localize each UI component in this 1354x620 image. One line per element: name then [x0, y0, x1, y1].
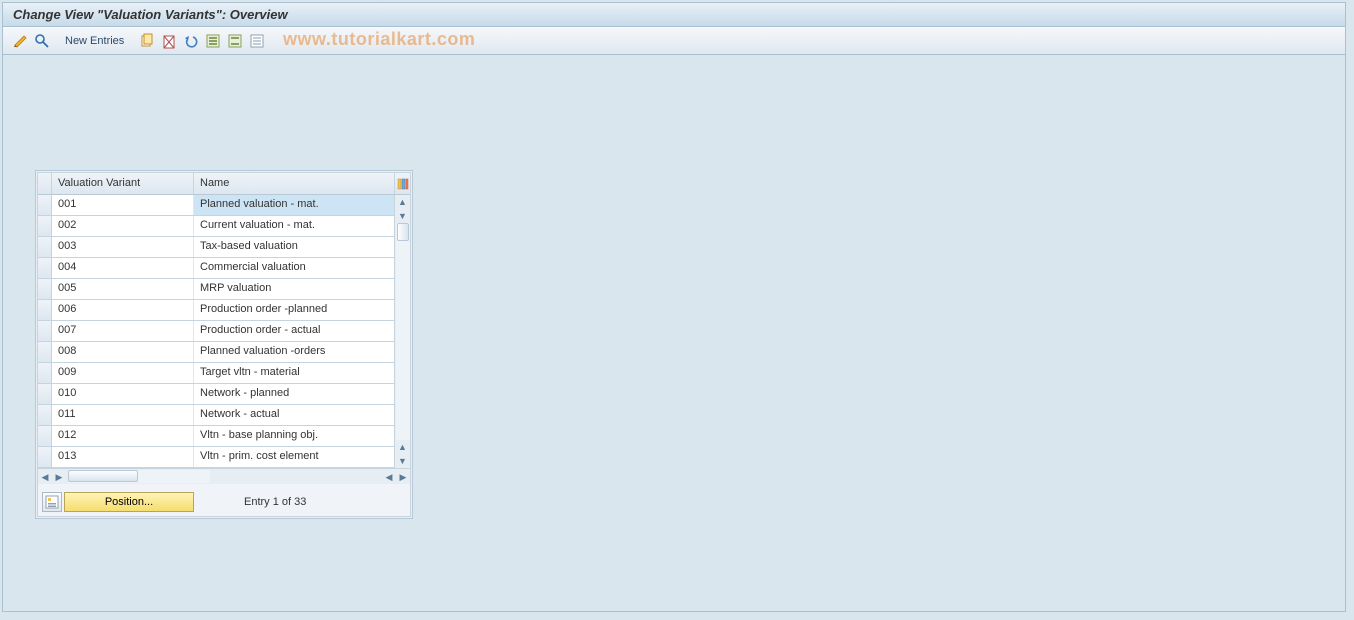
- row-selector[interactable]: [38, 279, 52, 299]
- cell-name[interactable]: Planned valuation -orders: [194, 342, 394, 362]
- table-row[interactable]: 009Target vltn - material: [38, 363, 394, 384]
- cell-variant[interactable]: 003: [52, 237, 194, 257]
- select-all-icon[interactable]: [204, 32, 222, 50]
- toggle-display-icon[interactable]: [11, 32, 29, 50]
- row-selector[interactable]: [38, 342, 52, 362]
- configure-columns-icon[interactable]: [394, 173, 410, 194]
- col-header-variant[interactable]: Valuation Variant: [52, 173, 194, 194]
- scroll-up-icon[interactable]: ▲: [396, 195, 410, 209]
- grid-panel: Valuation Variant Name 001Planned valuat…: [35, 170, 413, 519]
- horizontal-scrollbar[interactable]: ◀ ▶ ◀ ▶: [38, 468, 410, 484]
- table-row[interactable]: 008Planned valuation -orders: [38, 342, 394, 363]
- row-selector[interactable]: [38, 363, 52, 383]
- vertical-scrollbar[interactable]: ▲ ▼ ▲ ▼: [394, 195, 410, 468]
- hscroll-right-icon[interactable]: ▶: [396, 470, 410, 484]
- table-row[interactable]: 010Network - planned: [38, 384, 394, 405]
- page-title: Change View "Valuation Variants": Overvi…: [13, 7, 288, 22]
- grid-inner: Valuation Variant Name 001Planned valuat…: [37, 172, 411, 517]
- cell-variant[interactable]: 005: [52, 279, 194, 299]
- cell-name[interactable]: Vltn - prim. cost element: [194, 447, 394, 467]
- row-selector[interactable]: [38, 216, 52, 236]
- watermark: www.tutorialkart.com: [283, 29, 475, 50]
- cell-variant[interactable]: 007: [52, 321, 194, 341]
- position-button-group: Position...: [42, 492, 194, 512]
- hscroll-thumb[interactable]: [68, 470, 138, 482]
- col-header-name[interactable]: Name: [194, 173, 394, 194]
- grid-rows: 001Planned valuation - mat.002Current va…: [38, 195, 394, 468]
- table-row[interactable]: 005MRP valuation: [38, 279, 394, 300]
- hscroll-left2-icon[interactable]: ◀: [382, 470, 396, 484]
- vscroll-thumb[interactable]: [397, 223, 409, 241]
- new-entries-button[interactable]: New Entries: [59, 33, 130, 49]
- undo-change-icon[interactable]: [182, 32, 200, 50]
- cell-variant[interactable]: 010: [52, 384, 194, 404]
- hscroll-left-icon[interactable]: ◀: [38, 470, 52, 484]
- table-row[interactable]: 011Network - actual: [38, 405, 394, 426]
- cell-variant[interactable]: 012: [52, 426, 194, 446]
- row-selector-header[interactable]: [38, 173, 52, 194]
- table-row[interactable]: 006Production order -planned: [38, 300, 394, 321]
- deselect-all-icon[interactable]: [248, 32, 266, 50]
- row-selector[interactable]: [38, 258, 52, 278]
- delete-icon[interactable]: [160, 32, 178, 50]
- cell-variant[interactable]: 002: [52, 216, 194, 236]
- cell-name[interactable]: Production order -planned: [194, 300, 394, 320]
- grid-header: Valuation Variant Name: [38, 173, 410, 195]
- cell-name[interactable]: Vltn - base planning obj.: [194, 426, 394, 446]
- cell-variant[interactable]: 004: [52, 258, 194, 278]
- table-row[interactable]: 012Vltn - base planning obj.: [38, 426, 394, 447]
- scroll-down-small-icon[interactable]: ▼: [396, 209, 410, 223]
- app-window: Change View "Valuation Variants": Overvi…: [2, 2, 1346, 612]
- grid-body: 001Planned valuation - mat.002Current va…: [38, 195, 410, 468]
- cell-variant[interactable]: 013: [52, 447, 194, 467]
- select-block-icon[interactable]: [226, 32, 244, 50]
- find-icon[interactable]: [33, 32, 51, 50]
- table-row[interactable]: 001Planned valuation - mat.: [38, 195, 394, 216]
- row-selector[interactable]: [38, 384, 52, 404]
- cell-name[interactable]: Tax-based valuation: [194, 237, 394, 257]
- title-bar: Change View "Valuation Variants": Overvi…: [3, 3, 1345, 27]
- table-row[interactable]: 002Current valuation - mat.: [38, 216, 394, 237]
- cell-variant[interactable]: 009: [52, 363, 194, 383]
- cell-variant[interactable]: 001: [52, 195, 194, 215]
- cell-name[interactable]: MRP valuation: [194, 279, 394, 299]
- cell-name[interactable]: Production order - actual: [194, 321, 394, 341]
- table-row[interactable]: 003Tax-based valuation: [38, 237, 394, 258]
- table-row[interactable]: 007Production order - actual: [38, 321, 394, 342]
- table-row[interactable]: 004Commercial valuation: [38, 258, 394, 279]
- vscroll-track[interactable]: [396, 223, 410, 440]
- cell-name[interactable]: Planned valuation - mat.: [194, 195, 394, 215]
- cell-name[interactable]: Current valuation - mat.: [194, 216, 394, 236]
- cell-variant[interactable]: 006: [52, 300, 194, 320]
- row-selector[interactable]: [38, 300, 52, 320]
- copy-as-icon[interactable]: [138, 32, 156, 50]
- cell-name[interactable]: Network - planned: [194, 384, 394, 404]
- row-selector[interactable]: [38, 426, 52, 446]
- row-selector[interactable]: [38, 405, 52, 425]
- table-row[interactable]: 013Vltn - prim. cost element: [38, 447, 394, 468]
- scroll-up-small-icon[interactable]: ▲: [396, 440, 410, 454]
- hscroll-spacer: [212, 469, 382, 484]
- cell-name[interactable]: Commercial valuation: [194, 258, 394, 278]
- row-selector[interactable]: [38, 195, 52, 215]
- app-toolbar: New Entries www.tutorialkart.com: [3, 27, 1345, 55]
- cell-variant[interactable]: 008: [52, 342, 194, 362]
- entry-status: Entry 1 of 33: [244, 496, 306, 508]
- grid-footer: Position... Entry 1 of 33: [38, 484, 410, 516]
- hscroll-track-left[interactable]: [68, 470, 210, 483]
- scroll-down-icon[interactable]: ▼: [396, 454, 410, 468]
- hscroll-right-small-icon[interactable]: ▶: [52, 470, 66, 484]
- row-selector[interactable]: [38, 237, 52, 257]
- cell-name[interactable]: Target vltn - material: [194, 363, 394, 383]
- row-selector[interactable]: [38, 321, 52, 341]
- cell-variant[interactable]: 011: [52, 405, 194, 425]
- position-button[interactable]: Position...: [64, 492, 194, 512]
- row-selector[interactable]: [38, 447, 52, 467]
- content-area: Valuation Variant Name 001Planned valuat…: [3, 55, 1345, 609]
- cell-name[interactable]: Network - actual: [194, 405, 394, 425]
- position-icon[interactable]: [42, 492, 62, 512]
